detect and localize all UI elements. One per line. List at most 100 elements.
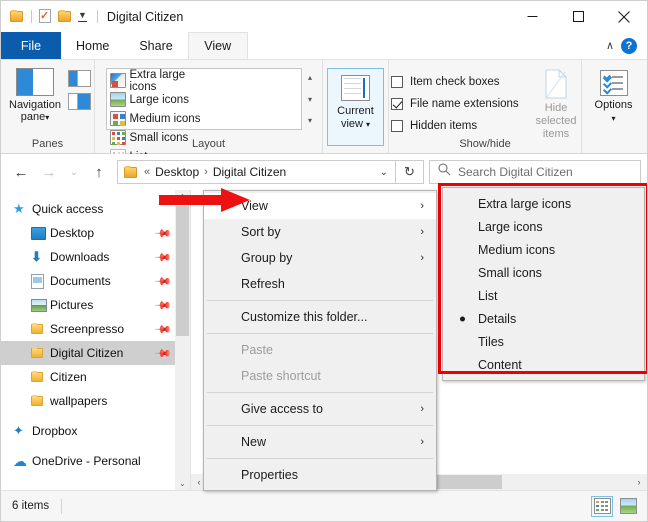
current-view-button[interactable]: Current view ▾	[327, 68, 384, 146]
sidebar-item-desktop[interactable]: Desktop 📌	[1, 221, 190, 245]
tab-view[interactable]: View	[187, 32, 248, 59]
current-view-dropdown-icon[interactable]: ▾	[366, 120, 370, 129]
sidebar-label: Digital Citizen	[50, 346, 124, 360]
view-submenu-label: Large icons	[478, 219, 543, 234]
item-check-boxes-row[interactable]: Item check boxes	[391, 71, 521, 93]
details-view-icon	[593, 498, 611, 514]
tab-share[interactable]: Share	[124, 32, 187, 59]
options-dropdown-icon[interactable]: ▾	[611, 114, 615, 123]
gallery-more-icon[interactable]: ▾	[303, 111, 318, 130]
context-menu-separator	[207, 300, 433, 301]
collapse-ribbon-icon[interactable]: ∧	[606, 39, 614, 52]
view-submenu-item-details[interactable]: Details	[443, 307, 644, 330]
sidebar-item-pictures[interactable]: Pictures 📌	[1, 293, 190, 317]
tab-file[interactable]: File	[1, 32, 61, 59]
view-submenu-item-list[interactable]: List	[443, 284, 644, 307]
sidebar-item-downloads[interactable]: ⬇ Downloads 📌	[1, 245, 190, 269]
navigation-pane-button[interactable]: Navigation pane▾	[4, 64, 66, 124]
close-button[interactable]	[601, 1, 647, 32]
search-input[interactable]: Search Digital Citizen	[458, 165, 573, 179]
pin-icon[interactable]: 📌	[154, 344, 173, 362]
layout-medium-icons[interactable]: Medium icons	[109, 109, 205, 128]
file-name-extensions-checkbox[interactable]	[391, 98, 403, 110]
tab-home[interactable]: Home	[61, 32, 124, 59]
context-menu-item-group-by[interactable]: Group by ›	[204, 245, 436, 271]
file-name-extensions-row[interactable]: File name extensions	[391, 93, 521, 115]
context-menu-label: New	[241, 435, 267, 449]
gallery-scroll-up-icon[interactable]: ▴	[303, 68, 318, 87]
gallery-scroll-down-icon[interactable]: ▾	[303, 90, 318, 109]
hide-sel-line1: Hide selected	[535, 102, 577, 127]
navpane-dropdown-icon[interactable]: ▾	[45, 113, 49, 122]
layout-extra-large-icons[interactable]: Extra large icons	[109, 69, 205, 93]
pin-icon[interactable]: 📌	[154, 272, 173, 290]
breadcrumb-digital-citizen[interactable]: Digital Citizen	[213, 165, 286, 179]
maximize-button[interactable]	[555, 1, 601, 32]
navpane-line1: Navigation	[9, 99, 61, 111]
hidden-items-row[interactable]: Hidden items	[391, 115, 521, 137]
status-view-buttons	[591, 495, 647, 517]
breadcrumb-dropdown-icon[interactable]: ⌄	[373, 167, 395, 178]
sidebar-item-digital-citizen[interactable]: Digital Citizen 📌	[1, 341, 190, 365]
item-check-boxes-label: Item check boxes	[410, 76, 500, 88]
new-folder-icon[interactable]	[58, 10, 73, 23]
qat-divider-2	[96, 10, 98, 23]
scroll-thumb[interactable]	[176, 206, 189, 336]
details-view-button[interactable]	[591, 495, 613, 517]
context-menu-item-customize-this-folder[interactable]: Customize this folder...	[204, 304, 436, 330]
search-box[interactable]: Search Digital Citizen	[429, 160, 641, 184]
preview-pane-button[interactable]	[68, 70, 91, 87]
context-menu-item-sort-by[interactable]: Sort by ›	[204, 219, 436, 245]
view-submenu-item-tiles[interactable]: Tiles	[443, 330, 644, 353]
address-folder-icon	[124, 165, 139, 179]
hidden-items-checkbox[interactable]	[391, 120, 403, 132]
context-menu-item-refresh[interactable]: Refresh	[204, 271, 436, 297]
view-submenu-item-medium-icons[interactable]: Medium icons	[443, 238, 644, 261]
large-icons-view-button[interactable]	[617, 496, 639, 517]
properties-icon[interactable]: ✓	[38, 9, 53, 24]
context-menu-item-properties[interactable]: Properties	[204, 462, 436, 488]
details-pane-button[interactable]	[68, 93, 91, 110]
options-button[interactable]: Options ▾	[584, 70, 644, 125]
view-submenu-item-small-icons[interactable]: Small icons	[443, 261, 644, 284]
up-button[interactable]: ↑	[85, 157, 113, 187]
context-menu-separator	[207, 458, 433, 459]
minimize-button[interactable]	[509, 1, 555, 32]
tab-filler	[248, 32, 647, 59]
help-icon[interactable]: ?	[621, 37, 637, 54]
pin-icon[interactable]: 📌	[154, 248, 173, 266]
hscroll-right-icon[interactable]: ›	[631, 477, 647, 487]
pin-icon[interactable]: 📌	[154, 296, 173, 314]
ribbon-right-controls: ∧ ?	[606, 32, 643, 59]
refresh-button[interactable]: ↻	[396, 160, 424, 184]
layout-gallery-scrollbar[interactable]: ▴ ▾ ▾	[303, 68, 318, 130]
sidebar-item-documents[interactable]: Documents 📌	[1, 269, 190, 293]
pin-icon[interactable]: 📌	[154, 320, 173, 338]
recent-locations-button[interactable]: ⌄	[63, 157, 85, 187]
view-submenu-item-content[interactable]: Content	[443, 353, 644, 376]
sidebar-item-onedrive[interactable]: ☁ OneDrive - Personal	[1, 449, 190, 473]
pin-icon[interactable]: 📌	[154, 224, 173, 242]
status-divider	[61, 498, 63, 514]
back-button[interactable]: ←	[7, 157, 35, 187]
layout-large-icons[interactable]: Large icons	[109, 90, 205, 109]
item-check-boxes-checkbox[interactable]	[391, 76, 403, 88]
folder-icon[interactable]	[10, 10, 25, 23]
red-arrow-annotation	[159, 187, 251, 218]
customize-qat-dropdown-icon[interactable]: ▼	[78, 11, 87, 22]
sidebar-item-screenpresso[interactable]: Screenpresso 📌	[1, 317, 190, 341]
view-submenu-item-extra-large-icons[interactable]: Extra large icons	[443, 192, 644, 215]
breadcrumb-overflow-icon[interactable]: «	[144, 166, 150, 178]
breadcrumb-desktop[interactable]: Desktop	[155, 165, 199, 179]
sidebar-item-citizen[interactable]: Citizen	[1, 365, 190, 389]
view-submenu-item-large-icons[interactable]: Large icons	[443, 215, 644, 238]
forward-button[interactable]: →	[35, 157, 63, 187]
options-label: Options ▾	[595, 99, 633, 125]
context-menu-item-give-access-to[interactable]: Give access to ›	[204, 396, 436, 422]
sidebar-item-dropbox[interactable]: ✦ Dropbox	[1, 419, 190, 443]
breadcrumb-bar[interactable]: « Desktop › Digital Citizen ⌄	[117, 160, 396, 184]
scroll-down-icon[interactable]: ⌄	[179, 476, 186, 490]
sidebar-item-wallpapers[interactable]: wallpapers	[1, 389, 190, 413]
navigation-pane-scrollbar[interactable]: ⌃ ⌄	[175, 190, 190, 490]
context-menu-item-new[interactable]: New ›	[204, 429, 436, 455]
